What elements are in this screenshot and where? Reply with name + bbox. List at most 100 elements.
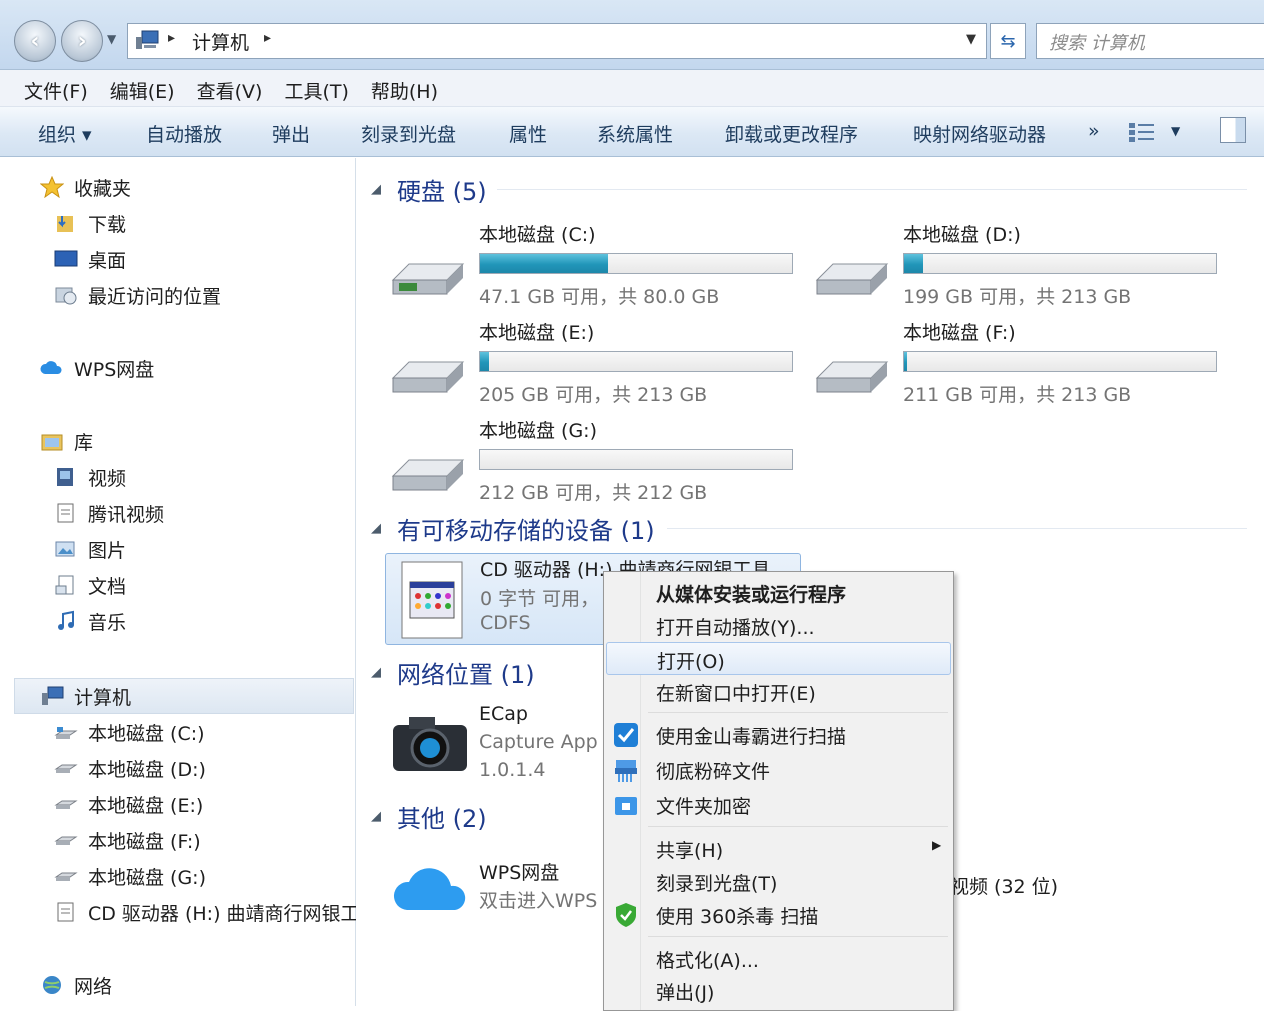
video-item-label[interactable]: 视频 (32 位)	[950, 872, 1058, 899]
nav-favorites[interactable]: 收藏夹	[40, 170, 131, 204]
drive-tile-e[interactable]: 本地磁盘 (E:) 205 GB 可用，共 213 GB	[357, 318, 793, 408]
nav-item-desktop[interactable]: 桌面	[54, 242, 126, 276]
menu-item-label: 打开自动播放(Y)...	[656, 617, 815, 639]
preview-pane-button[interactable]	[1220, 117, 1246, 143]
drive-tile-f[interactable]: 本地磁盘 (F:) 211 GB 可用，共 213 GB	[781, 318, 1217, 408]
360-shield-icon	[616, 903, 636, 927]
forward-button[interactable]: ›	[61, 20, 103, 62]
drive-tile-c[interactable]: 本地磁盘 (C:) 47.1 GB 可用，共 80.0 GB	[357, 220, 793, 310]
more-commands-button[interactable]: »	[1088, 120, 1100, 142]
hard-drive-icon	[54, 836, 78, 845]
map-drive-button[interactable]: 映射网络驱动器	[913, 120, 1046, 147]
drive-usage-bar	[479, 253, 793, 274]
nav-drive-h[interactable]: CD 驱动器 (H:) 曲靖商行网银工	[54, 895, 356, 929]
menu-item-open[interactable]: 打开(O)	[606, 642, 951, 675]
menu-item-label: 弹出(J)	[656, 982, 715, 1004]
nav-wps[interactable]: WPS网盘	[40, 351, 154, 385]
menu-item-label: 文件夹加密	[656, 796, 752, 818]
view-dropdown-icon[interactable]: ▼	[1171, 124, 1180, 138]
menu-item-shred[interactable]: 彻底粉碎文件	[606, 753, 951, 786]
nav-drive-g[interactable]: 本地磁盘 (G:)	[54, 859, 206, 893]
menu-item-share[interactable]: 共享(H) ▶	[606, 832, 951, 865]
autorun-program-icon	[401, 561, 463, 639]
drive-free-space: 211 GB 可用，共 213 GB	[903, 384, 1132, 406]
drive-usage-bar	[903, 351, 1217, 372]
menu-item-folder-encrypt[interactable]: 文件夹加密	[606, 788, 951, 821]
burn-button[interactable]: 刻录到光盘	[361, 120, 456, 147]
recent-pages-dropdown[interactable]: ▼	[107, 32, 116, 46]
drive-usage-bar	[479, 449, 793, 470]
nav-item-tencent-video[interactable]: 腾讯视频	[54, 496, 164, 530]
menu-item-360-scan[interactable]: 使用 360杀毒 扫描	[606, 898, 951, 931]
music-icon	[58, 610, 74, 630]
nav-drive-e[interactable]: 本地磁盘 (E:)	[54, 787, 203, 821]
folder-lock-icon	[615, 797, 637, 815]
back-button[interactable]: ‹	[14, 20, 56, 62]
system-properties-button[interactable]: 系统属性	[597, 120, 673, 147]
drive-free-space: 205 GB 可用，共 213 GB	[479, 384, 708, 406]
nav-network[interactable]: 网络	[40, 968, 112, 1002]
menu-view[interactable]: 查看(V)	[187, 70, 273, 106]
organize-button[interactable]: 组织 ▾	[38, 120, 92, 147]
group-title: 其他 (2)	[397, 804, 487, 833]
nav-item-downloads[interactable]: 下载	[54, 206, 126, 240]
group-header-network[interactable]: ◢ 网络位置 (1)	[371, 654, 535, 690]
cloud-icon	[40, 361, 62, 374]
nav-item-label: 腾讯视频	[88, 503, 165, 526]
refresh-button[interactable]: ⇆	[990, 23, 1026, 59]
menu-item-install-run[interactable]: 从媒体安装或运行程序	[606, 576, 951, 609]
drive-name: 本地磁盘 (G:)	[479, 420, 597, 442]
drive-tile-g[interactable]: 本地磁盘 (G:) 212 GB 可用，共 212 GB	[357, 416, 793, 506]
menu-item-eject[interactable]: 弹出(J)	[606, 974, 951, 1007]
menu-item-burn[interactable]: 刻录到光盘(T)	[606, 865, 951, 898]
menu-help[interactable]: 帮助(H)	[361, 70, 448, 106]
menu-item-kingsoft-scan[interactable]: 使用金山毒霸进行扫描	[606, 718, 951, 751]
nav-computer[interactable]: 计算机	[40, 679, 131, 713]
hard-drive-icon	[815, 361, 889, 393]
nav-computer-label: 计算机	[74, 686, 132, 709]
menu-item-format[interactable]: 格式化(A)...	[606, 942, 951, 975]
wps-name: WPS网盘	[479, 862, 560, 884]
nav-drive-c[interactable]: 本地磁盘 (C:)	[54, 715, 205, 749]
nav-network-label: 网络	[74, 975, 113, 998]
nav-drive-f[interactable]: 本地磁盘 (F:)	[54, 823, 201, 857]
nav-drive-d[interactable]: 本地磁盘 (D:)	[54, 751, 206, 785]
breadcrumb-computer[interactable]: 计算机	[192, 28, 249, 55]
menu-file[interactable]: 文件(F)	[14, 70, 98, 106]
nav-item-music[interactable]: 音乐	[54, 604, 126, 638]
menu-edit[interactable]: 编辑(E)	[100, 70, 185, 106]
nav-item-label: 本地磁盘 (E:)	[88, 794, 204, 817]
nav-item-recent[interactable]: 最近访问的位置	[54, 278, 221, 312]
computer-icon	[42, 686, 64, 705]
autoplay-button[interactable]: 自动播放	[146, 120, 222, 147]
system-drive-icon	[391, 263, 465, 295]
group-divider	[667, 528, 1247, 529]
drive-usage-fill	[480, 254, 608, 273]
refresh-icon: ⇆	[1000, 30, 1016, 52]
nav-item-documents[interactable]: 文档	[54, 568, 126, 602]
eject-button[interactable]: 弹出	[272, 120, 310, 147]
menu-item-label: 从媒体安装或运行程序	[656, 584, 847, 606]
nav-item-pictures[interactable]: 图片	[54, 532, 126, 566]
menu-tools[interactable]: 工具(T)	[274, 70, 358, 106]
nav-item-label: 文档	[88, 575, 127, 598]
nav-item-videos[interactable]: 视频	[54, 460, 126, 494]
breadcrumb-separator-icon[interactable]: ▸	[264, 30, 271, 46]
group-header-other[interactable]: ◢ 其他 (2)	[371, 798, 487, 834]
address-field[interactable]: ▸ 计算机 ▸ ▼	[127, 23, 987, 59]
change-view-icon[interactable]	[1128, 121, 1156, 143]
group-header-hdd[interactable]: ◢ 硬盘 (5)	[371, 171, 487, 207]
nav-item-label: 本地磁盘 (C:)	[88, 722, 205, 745]
breadcrumb-separator-icon[interactable]: ▸	[168, 30, 175, 46]
properties-button[interactable]: 属性	[509, 120, 547, 147]
navigation-pane: 收藏夹 下载 桌面 最近访问的位置 WPS网盘 库 视频 腾讯视频 图片 文档 …	[0, 158, 356, 1006]
group-header-removable[interactable]: ◢ 有可移动存储的设备 (1)	[371, 510, 655, 546]
menu-item-open-new-window[interactable]: 在新窗口中打开(E)	[606, 675, 951, 708]
menu-item-open-autoplay[interactable]: 打开自动播放(Y)...	[606, 609, 951, 642]
search-input[interactable]: 搜索 计算机	[1036, 23, 1264, 59]
drive-tile-d[interactable]: 本地磁盘 (D:) 199 GB 可用，共 213 GB	[781, 220, 1217, 310]
address-dropdown-icon[interactable]: ▼	[966, 32, 976, 47]
menu-separator	[648, 826, 948, 827]
uninstall-button[interactable]: 卸载或更改程序	[725, 120, 858, 147]
nav-library[interactable]: 库	[40, 424, 93, 458]
